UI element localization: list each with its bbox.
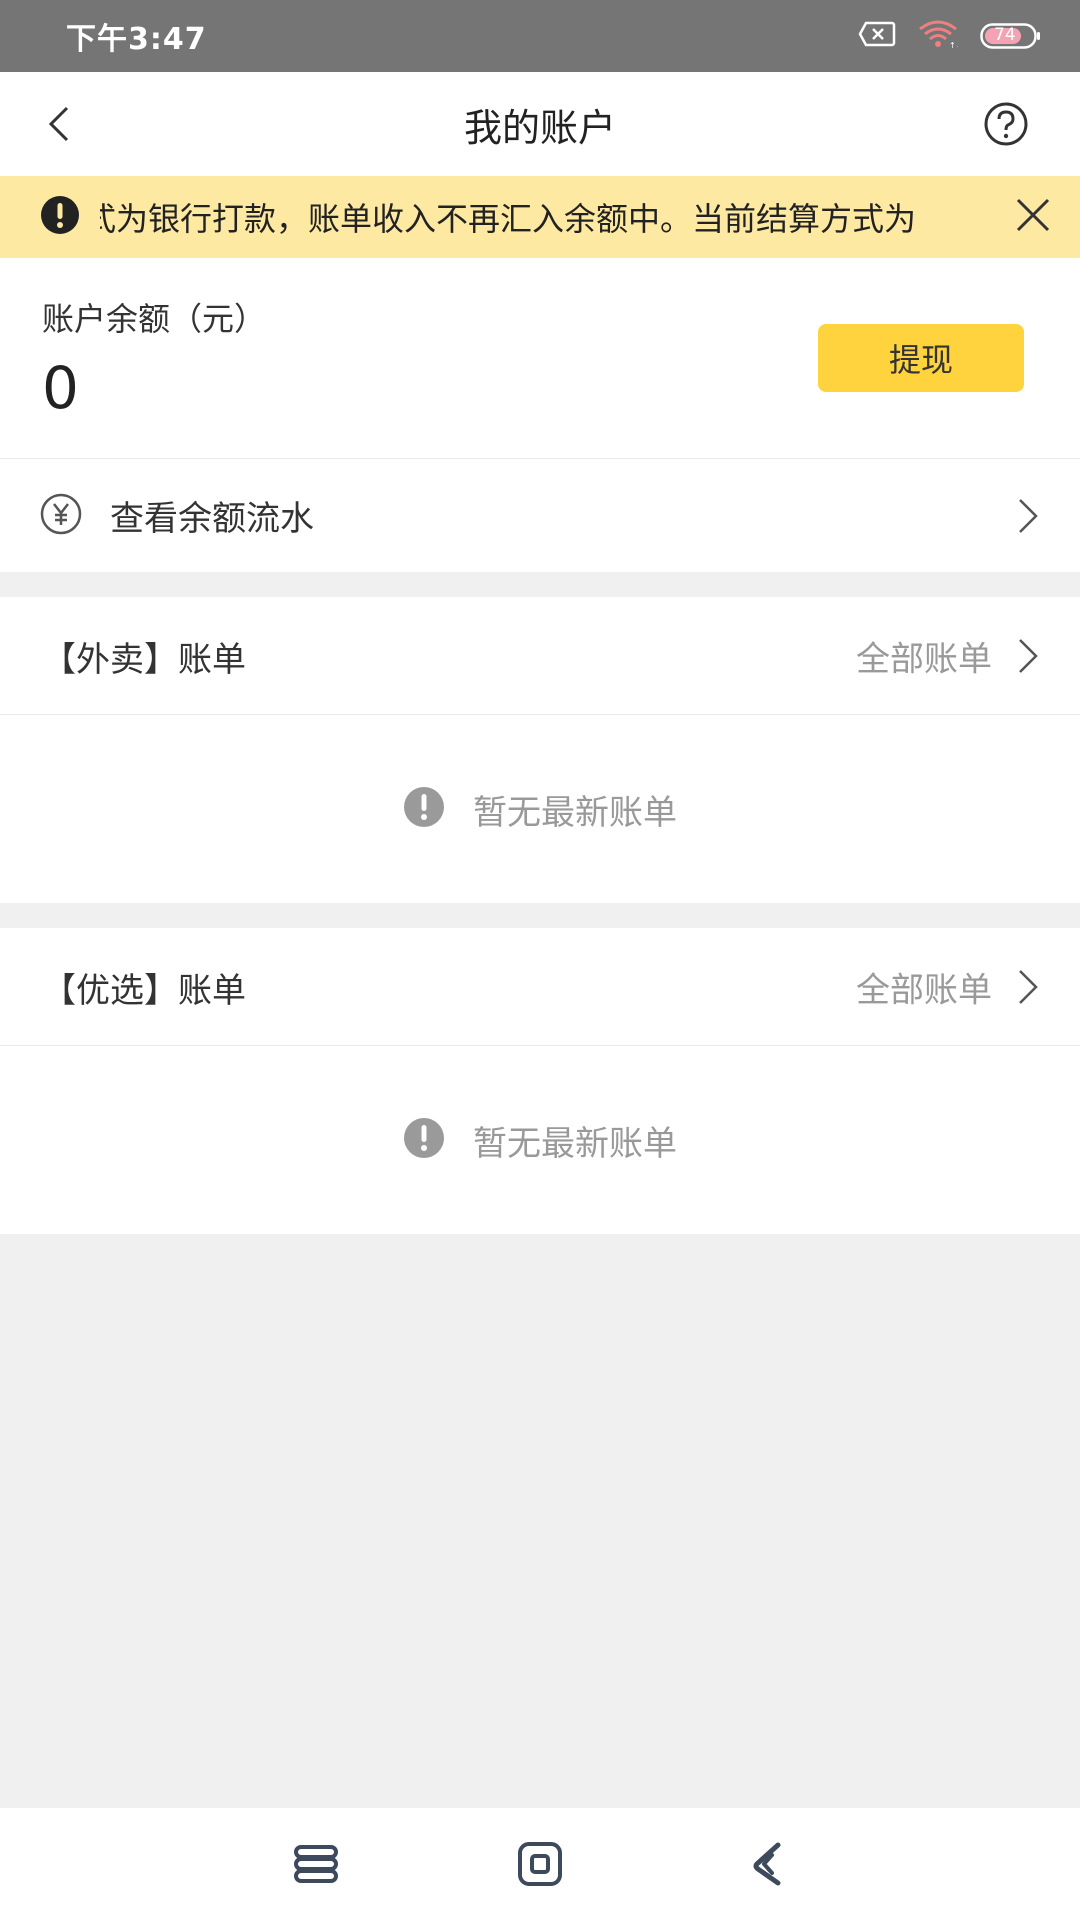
wifi-icon: ↑↓ [918, 19, 962, 53]
back-button[interactable] [30, 96, 86, 152]
battery-level: 74 [994, 25, 1016, 45]
notice-marquee: 式为银行打款，账单收入不再汇入余额中。当前结算方式为 [100, 194, 994, 240]
empty-text: 暂无最新账单 [473, 792, 677, 833]
menu-button[interactable] [288, 1838, 344, 1890]
chevron-right-icon[interactable] [1016, 636, 1042, 676]
status-time: 下午3:47 [66, 22, 207, 57]
header: 我的账户 [0, 72, 1080, 176]
empty-text: 暂无最新账单 [473, 1123, 677, 1164]
balance-card: 账户余额（元） 0 提现 [0, 258, 1080, 458]
balance-value: 0 [42, 354, 79, 422]
exclamation-circle-icon [40, 195, 80, 239]
notice-bar: 式为银行打款，账单收入不再汇入余额中。当前结算方式为 [0, 176, 1080, 258]
system-nav-bar [0, 1808, 1080, 1920]
help-button[interactable] [980, 98, 1032, 150]
status-icons: ↑↓ 74 [858, 19, 1042, 53]
withdraw-button[interactable]: 提现 [818, 324, 1024, 392]
empty-state: 暂无最新账单 [0, 715, 1080, 903]
notice-text: 式为银行打款，账单收入不再汇入余额中。当前结算方式为 [100, 200, 917, 238]
back-nav-button[interactable] [740, 1838, 796, 1890]
balance-flow-row[interactable]: 查看余额流水 [0, 459, 1080, 572]
exclamation-circle-icon [403, 1117, 445, 1163]
section-title: 【优选】账单 [42, 970, 246, 1011]
menu-icon [294, 1845, 338, 1883]
page-title: 我的账户 [463, 105, 616, 150]
section-title: 【外卖】账单 [42, 639, 246, 680]
battery-icon: 74 [980, 23, 1042, 49]
section-header-takeout: 【外卖】账单 全部账单 [0, 597, 1080, 715]
home-button[interactable] [512, 1838, 568, 1890]
status-bar: 下午3:47 ↑↓ 74 [0, 0, 1080, 72]
section-header-preferred: 【优选】账单 全部账单 [0, 928, 1080, 1046]
yen-circle-icon [40, 493, 82, 539]
close-icon[interactable] [1014, 196, 1052, 238]
chevron-left-icon [48, 106, 69, 142]
chevron-right-icon [1019, 498, 1038, 533]
balance-label: 账户余额（元） [42, 300, 267, 338]
sim-error-icon [858, 21, 896, 51]
all-bills-link[interactable]: 全部账单 [856, 963, 992, 1012]
exclamation-circle-icon [403, 786, 445, 832]
svg-text:↑↓: ↑↓ [949, 41, 958, 49]
back-icon [753, 1842, 781, 1886]
chevron-right-icon[interactable] [1016, 967, 1042, 1007]
home-icon [518, 1842, 562, 1886]
all-bills-link[interactable]: 全部账单 [856, 632, 992, 681]
empty-state: 暂无最新账单 [0, 1046, 1080, 1234]
question-circle-icon [984, 102, 1028, 146]
balance-flow-label: 查看余额流水 [110, 499, 314, 539]
